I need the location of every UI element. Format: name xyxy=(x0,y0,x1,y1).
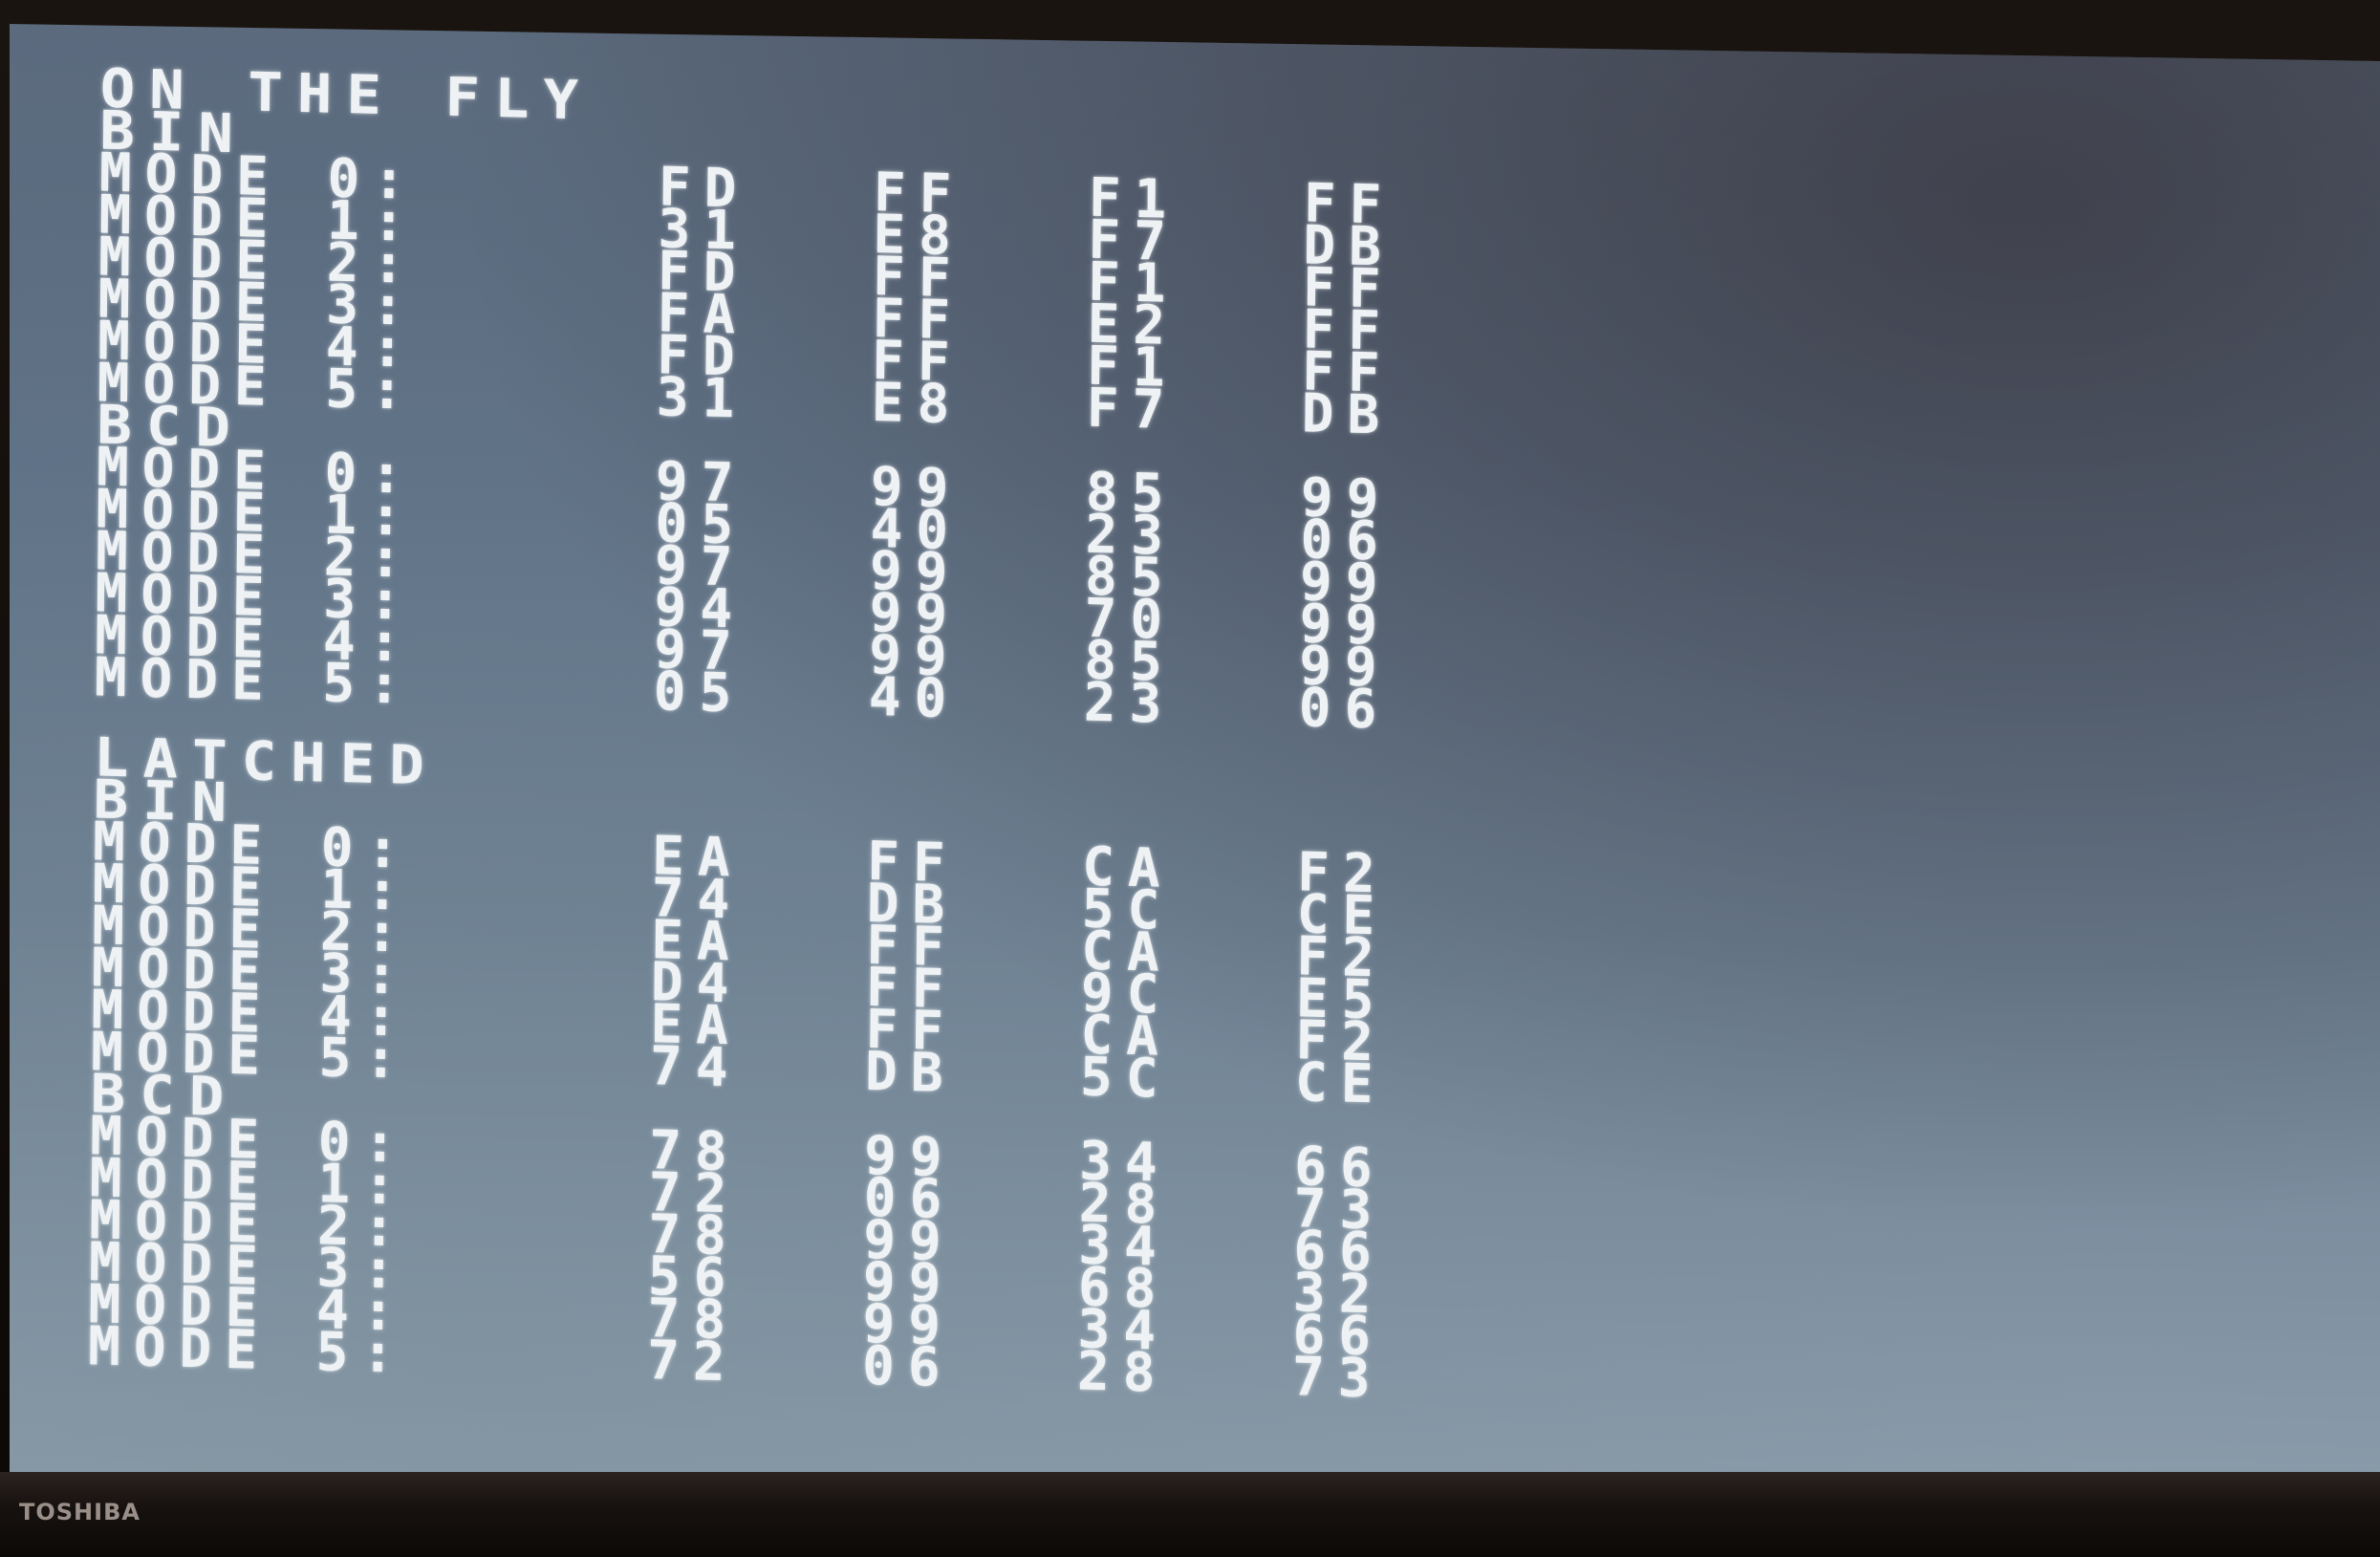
value-cell: CE xyxy=(1294,1051,1387,1116)
value-cell: 40 xyxy=(868,665,961,731)
value-cell: E8 xyxy=(871,371,963,437)
value-cell: 06 xyxy=(1298,677,1391,742)
value-cell: F7 xyxy=(1086,377,1179,443)
value-cell: 73 xyxy=(1291,1346,1384,1411)
value-cell: 74 xyxy=(649,1035,742,1100)
crt-screen: ON THE FLY BIN MODE 0: FD FF F1 FF MODE 1: 31… xyxy=(10,24,2380,1528)
mode-label: MODE 5: xyxy=(87,1315,408,1386)
value-cell: 72 xyxy=(646,1330,739,1395)
value-cell: 05 xyxy=(653,660,746,725)
value-cell: 23 xyxy=(1083,671,1176,736)
brand-logo: TOSHIBA xyxy=(19,1499,141,1525)
value-cell: 28 xyxy=(1076,1340,1169,1405)
value-cell: DB xyxy=(864,1040,957,1106)
value-cell: 06 xyxy=(861,1334,954,1400)
terminal-output: ON THE FLY BIN MODE 0: FD FF F1 FF MODE 1: 31… xyxy=(87,57,1396,1410)
value-cell: 31 xyxy=(656,366,748,431)
monitor: ON THE FLY BIN MODE 0: FD FF F1 FF MODE 1: 31… xyxy=(0,0,2380,1557)
monitor-bezel xyxy=(0,1472,2380,1557)
value-cell: DB xyxy=(1301,382,1394,447)
value-cell: 5C xyxy=(1079,1046,1172,1111)
